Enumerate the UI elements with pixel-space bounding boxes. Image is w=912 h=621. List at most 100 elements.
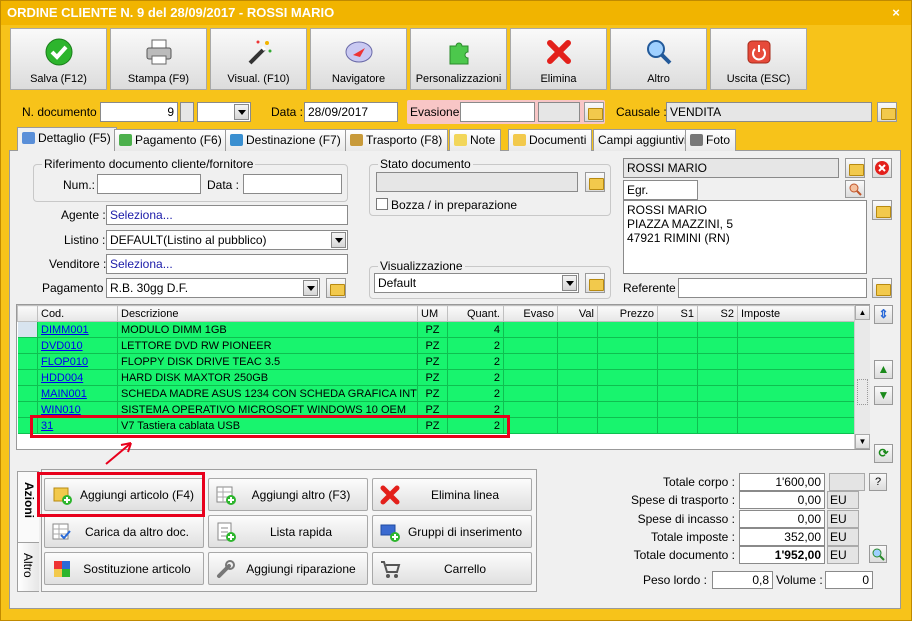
s1-cell[interactable]: [657, 385, 698, 402]
s1-cell[interactable]: [657, 321, 698, 338]
column-header[interactable]: [17, 305, 38, 322]
column-header[interactable]: Quant.: [447, 305, 504, 322]
help-button[interactable]: ?: [869, 473, 887, 491]
spese-trasporto-value[interactable]: 0,00: [739, 491, 825, 509]
save-button[interactable]: Salva (F12): [10, 28, 107, 90]
customize-button[interactable]: Personalizzazioni: [410, 28, 507, 90]
customer-title-field[interactable]: Egr.: [623, 180, 698, 200]
article-code-link[interactable]: HDD004: [41, 372, 83, 384]
suffix-select[interactable]: [197, 102, 251, 122]
um-cell[interactable]: PZ: [417, 321, 448, 338]
description-cell[interactable]: HARD DISK MAXTOR 250GB: [117, 369, 418, 386]
val-cell[interactable]: [557, 353, 598, 370]
print-button[interactable]: Stampa (F9): [110, 28, 207, 90]
peso-lordo-value[interactable]: 0,8: [712, 571, 773, 589]
article-code-link[interactable]: MAIN001: [37, 385, 118, 402]
visualizzazione-folder-button[interactable]: [585, 273, 605, 293]
description-cell[interactable]: FLOPPY DISK DRIVE TEAC 3.5: [117, 353, 418, 370]
tab-campi-aggiuntivi[interactable]: Campi aggiuntivi: [593, 129, 693, 151]
s2-cell[interactable]: [697, 337, 738, 354]
tab-documenti[interactable]: Documenti: [508, 129, 593, 151]
prezzo-cell[interactable]: [597, 337, 658, 354]
replace-article-button[interactable]: Sostituzione articolo: [44, 552, 204, 585]
refresh-button[interactable]: ⟳: [874, 444, 893, 463]
val-cell[interactable]: [557, 401, 598, 418]
evasione-search-button[interactable]: [584, 102, 604, 122]
article-code-link[interactable]: DIMM001: [37, 321, 118, 338]
tab-dettaglio[interactable]: Dettaglio (F5): [17, 127, 117, 151]
pagamento-select[interactable]: R.B. 30gg D.F.: [106, 278, 320, 298]
article-code-link[interactable]: HDD004: [37, 369, 118, 386]
customer-folder-button[interactable]: [845, 158, 865, 178]
s1-cell[interactable]: [657, 401, 698, 418]
add-other-button[interactable]: Aggiungi altro (F3): [208, 478, 368, 511]
close-icon[interactable]: ×: [889, 6, 903, 20]
prezzo-cell[interactable]: [597, 401, 658, 418]
side-tab-azioni[interactable]: Azioni: [17, 471, 39, 546]
stato-folder-button[interactable]: [585, 172, 605, 192]
s1-cell[interactable]: [657, 369, 698, 386]
totals-zoom-button[interactable]: [869, 545, 887, 563]
move-down-button[interactable]: ▼: [874, 386, 893, 405]
imposte-cell[interactable]: [737, 417, 856, 434]
table-row[interactable]: FLOP010 FLOPPY DISK DRIVE TEAC 3.5 PZ 2: [17, 353, 856, 370]
exit-button[interactable]: Uscita (ESC): [710, 28, 807, 90]
prezzo-cell[interactable]: [597, 369, 658, 386]
causale-field[interactable]: VENDITA: [666, 102, 872, 122]
row-selector-cell[interactable]: [17, 353, 38, 370]
scroll-grip[interactable]: [857, 379, 868, 405]
causale-folder-button[interactable]: [877, 102, 897, 122]
bozza-checkbox[interactable]: [376, 198, 388, 210]
article-code-link[interactable]: WIN010: [41, 404, 81, 416]
imposte-cell[interactable]: [737, 385, 856, 402]
s1-cell[interactable]: [657, 353, 698, 370]
evaso-cell[interactable]: [503, 337, 558, 354]
table-row[interactable]: HDD004 HARD DISK MAXTOR 250GB PZ 2: [17, 369, 856, 386]
tab-pagamento[interactable]: Pagamento (F6): [114, 129, 228, 151]
address-folder-button[interactable]: [872, 200, 892, 220]
imposte-cell[interactable]: [737, 337, 856, 354]
customer-address-box[interactable]: ROSSI MARIO PIAZZA MAZZINI, 5 47921 RIMI…: [623, 200, 867, 274]
description-cell[interactable]: SCHEDA MADRE ASUS 1234 CON SCHEDA GRAFIC…: [117, 385, 418, 402]
row-selector-cell[interactable]: [17, 369, 38, 386]
um-cell[interactable]: PZ: [417, 369, 448, 386]
preview-button[interactable]: Visual. (F10): [210, 28, 307, 90]
imposte-cell[interactable]: [737, 353, 856, 370]
grid-scrollbar[interactable]: ▲ ▼: [854, 305, 870, 449]
n-documento-field[interactable]: 9: [100, 102, 178, 122]
column-header[interactable]: Evaso: [503, 305, 558, 322]
referente-folder-button[interactable]: [872, 278, 892, 298]
row-selector-cell[interactable]: [17, 385, 38, 402]
cart-button[interactable]: Carrello: [372, 552, 532, 585]
insert-groups-button[interactable]: Gruppi di inserimento: [372, 515, 532, 548]
evaso-cell[interactable]: [503, 401, 558, 418]
prezzo-cell[interactable]: [597, 353, 658, 370]
quantity-cell[interactable]: 2: [447, 369, 504, 386]
pagamento-folder-button[interactable]: [326, 278, 346, 298]
row-selector-cell[interactable]: [17, 337, 38, 354]
rif-data-field[interactable]: [243, 174, 342, 194]
s2-cell[interactable]: [697, 321, 738, 338]
column-header[interactable]: Prezzo: [597, 305, 658, 322]
s2-cell[interactable]: [697, 369, 738, 386]
totale-imposte-value[interactable]: 352,00: [739, 528, 825, 546]
imposte-cell[interactable]: [737, 369, 856, 386]
tab-destinazione[interactable]: Destinazione (F7): [225, 129, 347, 151]
evasione-field[interactable]: [460, 102, 535, 122]
n-documento-spinner[interactable]: [180, 102, 194, 122]
article-code-link[interactable]: DIMM001: [41, 324, 89, 336]
table-row[interactable]: MAIN001 SCHEDA MADRE ASUS 1234 CON SCHEDA…: [17, 385, 856, 402]
column-header[interactable]: Descrizione: [117, 305, 418, 322]
prezzo-cell[interactable]: [597, 321, 658, 338]
row-selector-cell[interactable]: [17, 321, 38, 338]
s1-cell[interactable]: [657, 417, 698, 434]
navigator-button[interactable]: Navigatore: [310, 28, 407, 90]
visualizzazione-select[interactable]: Default: [374, 273, 579, 293]
agente-field[interactable]: Seleziona...: [106, 205, 348, 225]
article-code-link[interactable]: FLOP010: [37, 353, 118, 370]
data-field[interactable]: 28/09/2017: [304, 102, 398, 122]
delete-line-button[interactable]: Elimina linea: [372, 478, 532, 511]
volume-value[interactable]: 0: [825, 571, 873, 589]
referente-field[interactable]: [678, 278, 867, 298]
num-field[interactable]: [97, 174, 201, 194]
